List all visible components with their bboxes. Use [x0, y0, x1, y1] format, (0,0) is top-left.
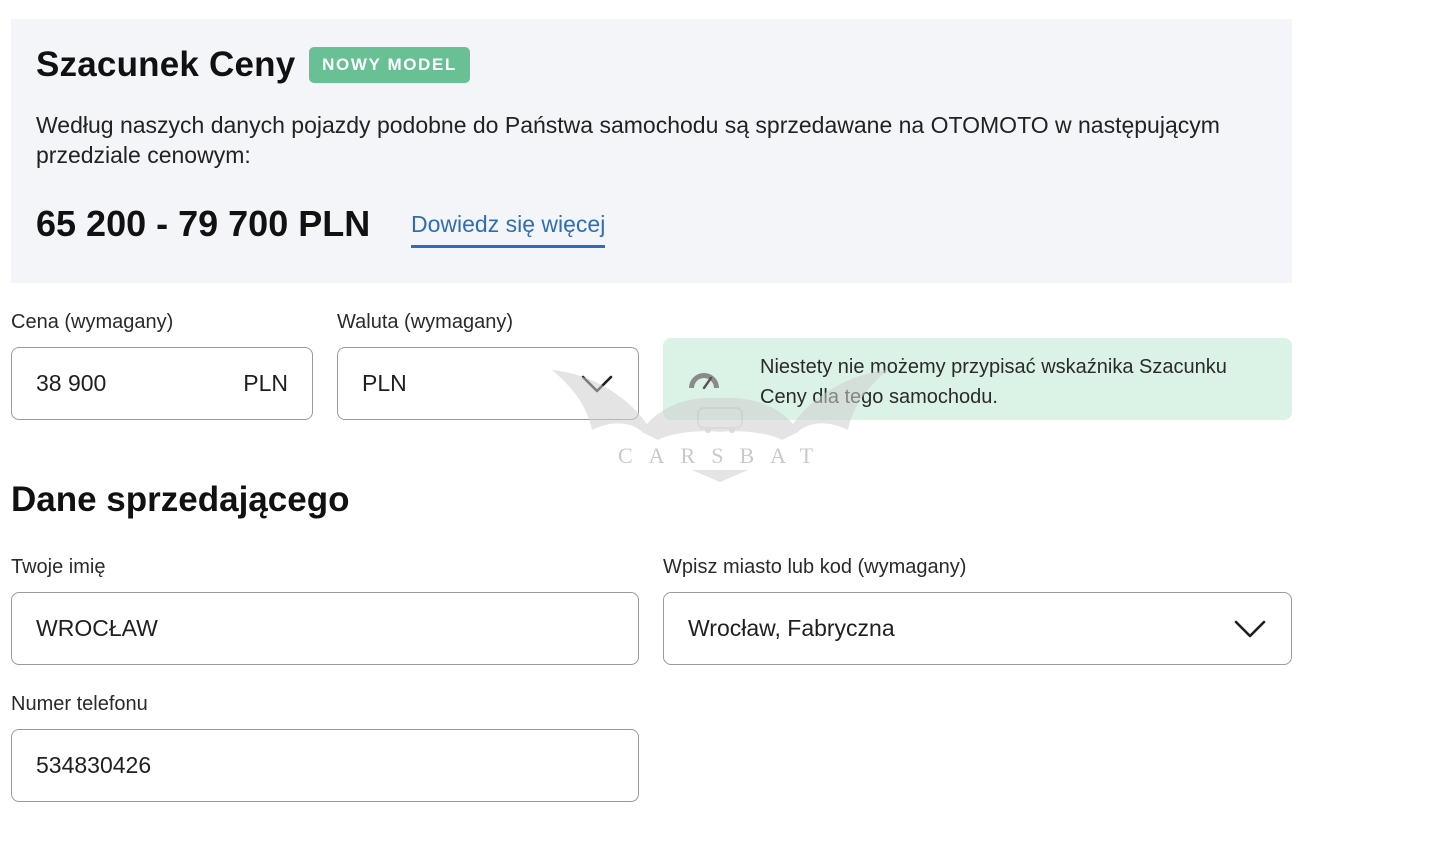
estimate-unavailable-notice: Niestety nie możemy przypisać wskaźnika …	[663, 338, 1292, 420]
city-label: Wpisz miasto lub kod (wymagany)	[663, 556, 967, 578]
city-value: Wrocław, Fabryczna	[688, 615, 895, 641]
phone-value: 534830426	[36, 752, 152, 778]
phone-input[interactable]: 534830426	[11, 729, 639, 802]
estimate-description: Według naszych danych pojazdy podobne do…	[36, 112, 1220, 168]
currency-label: Waluta (wymagany)	[337, 311, 513, 333]
watermark-text: CARSBAT	[618, 443, 830, 468]
notice-text: Niestety nie możemy przypisać wskaźnika …	[760, 356, 1227, 408]
new-model-badge: NOWY MODEL	[309, 47, 470, 83]
seller-section-title: Dane sprzedającego	[11, 480, 350, 519]
gauge-icon	[689, 373, 719, 389]
price-range: 65 200 - 79 700 PLN	[36, 203, 371, 244]
price-input[interactable]: 38 900 PLN	[11, 347, 313, 420]
chevron-down-icon	[1234, 620, 1266, 637]
price-value: 38 900	[36, 370, 107, 396]
price-label: Cena (wymagany)	[11, 311, 174, 333]
currency-value: PLN	[362, 370, 407, 396]
name-value: WROCŁAW	[36, 615, 158, 641]
name-label: Twoje imię	[11, 556, 106, 578]
chevron-down-icon	[581, 375, 613, 392]
phone-label: Numer telefonu	[11, 693, 148, 715]
estimate-title: Szacunek Ceny	[36, 45, 296, 84]
currency-select[interactable]: PLN	[337, 347, 639, 420]
price-currency-suffix: PLN	[243, 370, 288, 396]
city-select[interactable]: Wrocław, Fabryczna	[663, 592, 1292, 665]
price-estimate-panel: Szacunek Ceny NOWY MODEL Według naszych …	[11, 19, 1292, 283]
name-input[interactable]: WROCŁAW	[11, 592, 639, 665]
learn-more-link[interactable]: Dowiedz się więcej	[411, 211, 606, 248]
